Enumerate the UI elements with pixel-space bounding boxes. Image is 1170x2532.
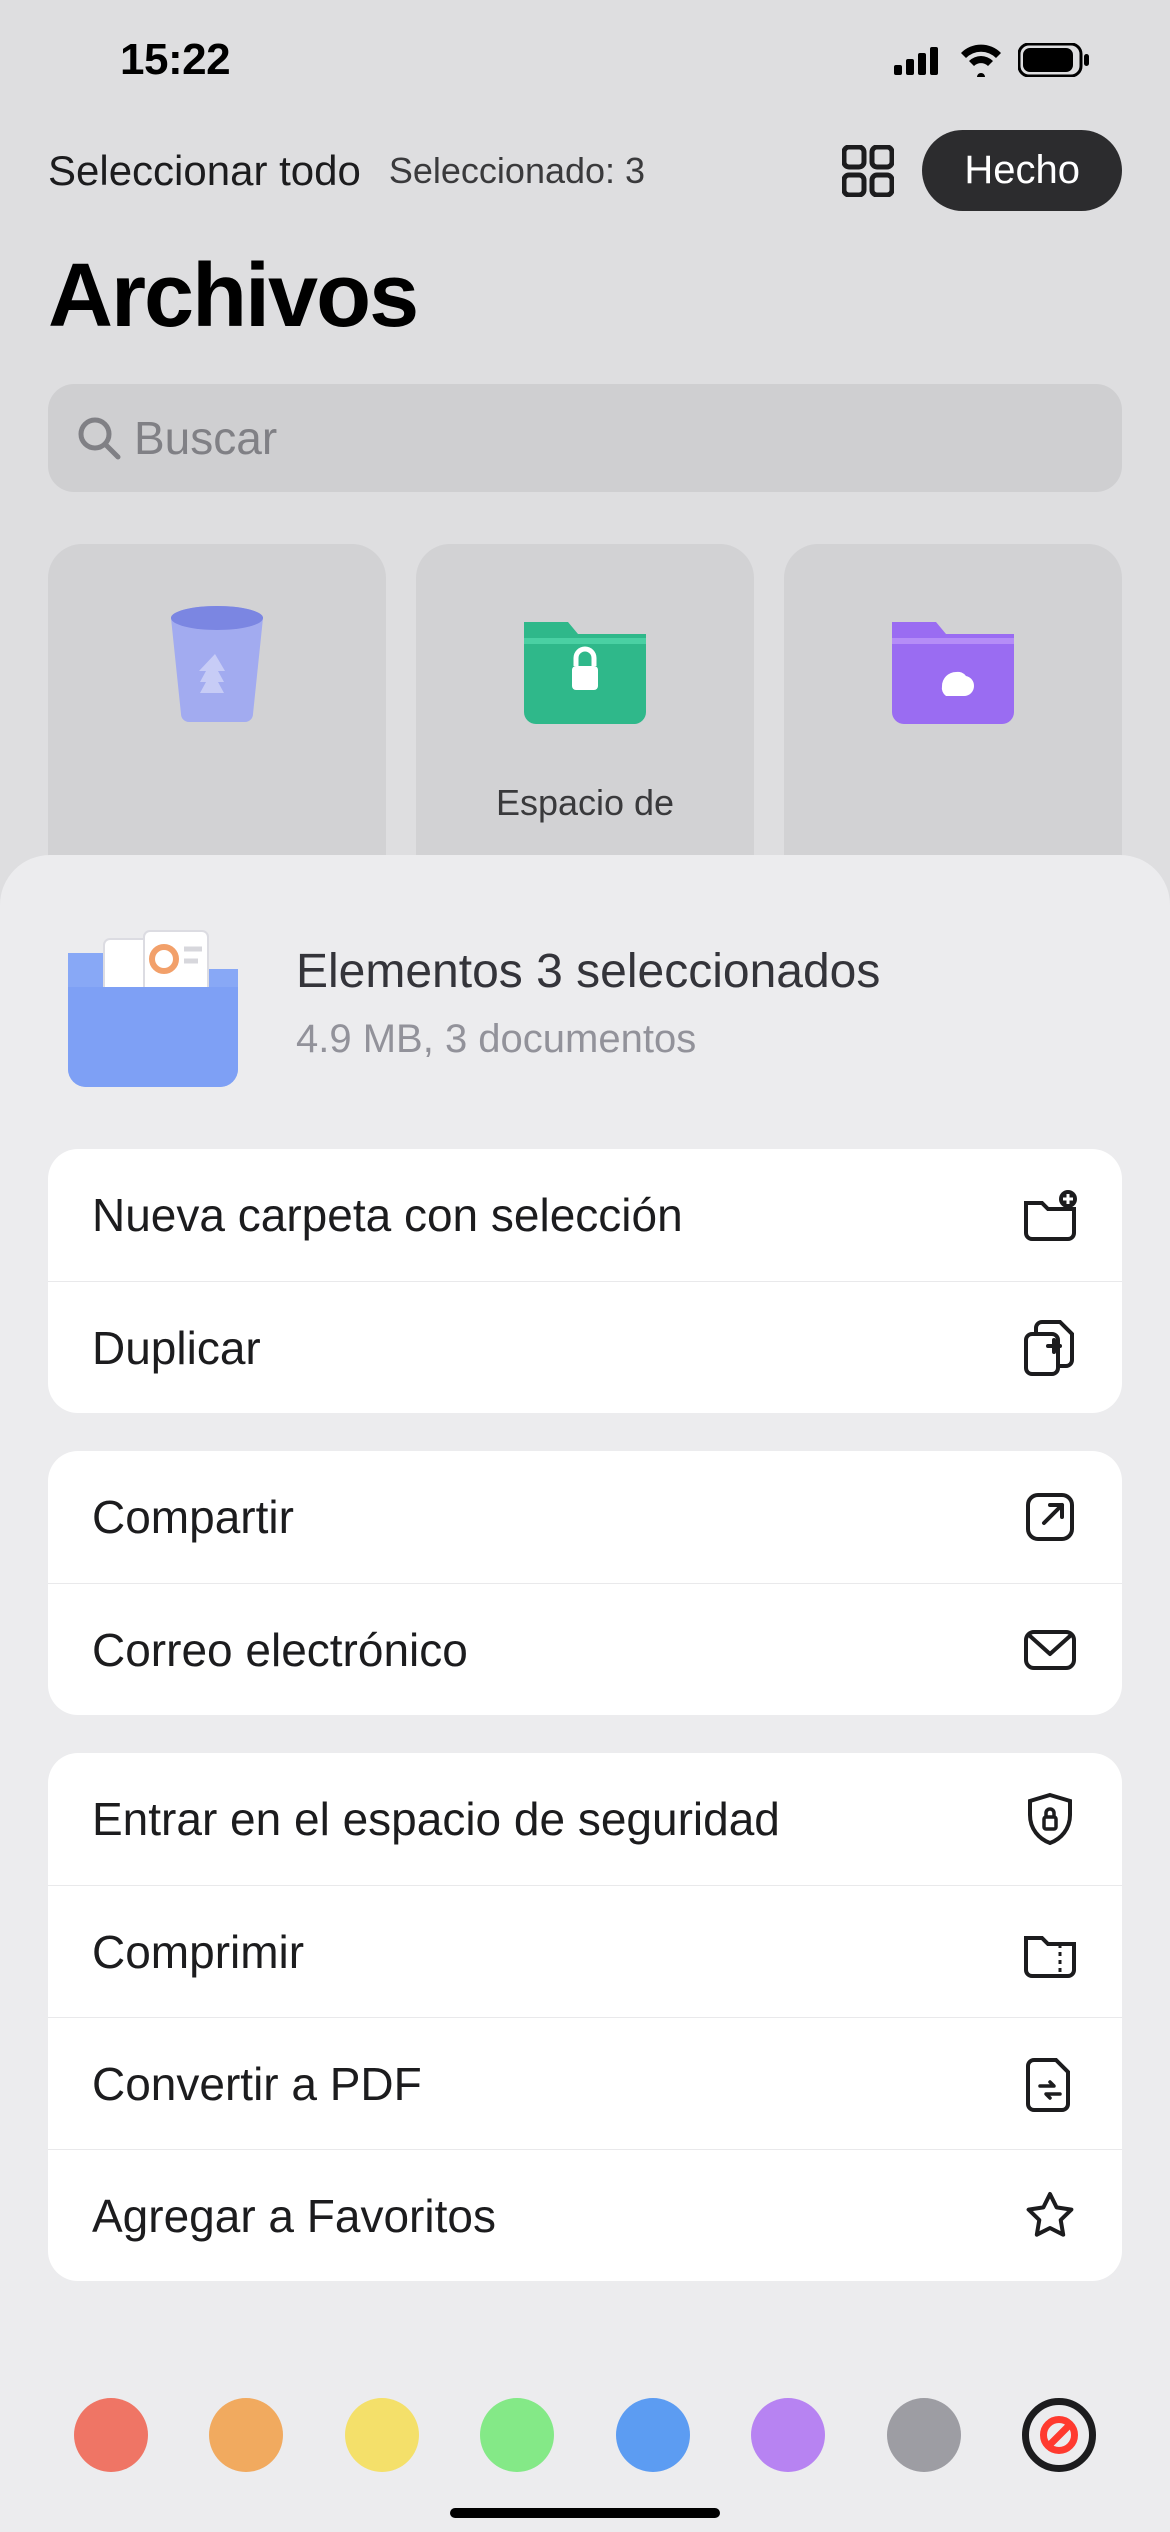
- color-tag-blue[interactable]: [616, 2398, 690, 2472]
- color-tag-gray[interactable]: [887, 2398, 961, 2472]
- folder-cloud[interactable]: [784, 544, 1122, 904]
- share-icon: [1022, 1489, 1078, 1545]
- color-tag-green[interactable]: [480, 2398, 554, 2472]
- shield-lock-icon: [1022, 1791, 1078, 1847]
- color-tag-none[interactable]: [1022, 2398, 1096, 2472]
- search-input[interactable]: Buscar: [48, 384, 1122, 492]
- action-email[interactable]: Correo electrónico: [48, 1583, 1122, 1715]
- action-label: Nueva carpeta con selección: [92, 1188, 683, 1242]
- action-label: Duplicar: [92, 1321, 261, 1375]
- mail-icon: [1022, 1622, 1078, 1678]
- action-convert-pdf[interactable]: Convertir a PDF: [48, 2017, 1122, 2149]
- battery-icon: [1018, 43, 1090, 77]
- folders-row: Espacio de: [0, 492, 1170, 904]
- home-indicator: [450, 2508, 720, 2518]
- doc-plus-icon: [1022, 1320, 1078, 1376]
- search-placeholder: Buscar: [134, 411, 277, 465]
- action-label: Comprimir: [92, 1925, 304, 1979]
- action-label: Convertir a PDF: [92, 2057, 422, 2111]
- action-compress[interactable]: Comprimir: [48, 1885, 1122, 2017]
- action-favorite[interactable]: Agregar a Favoritos: [48, 2149, 1122, 2281]
- action-group-3: Entrar en el espacio de seguridad Compri…: [48, 1753, 1122, 2281]
- done-button[interactable]: Hecho: [922, 130, 1122, 211]
- page-title: Archivos: [0, 221, 1170, 356]
- folder-secure[interactable]: Espacio de: [416, 544, 754, 904]
- color-tag-yellow[interactable]: [345, 2398, 419, 2472]
- wifi-icon: [958, 43, 1004, 77]
- color-tag-orange[interactable]: [209, 2398, 283, 2472]
- grid-view-icon[interactable]: [842, 145, 894, 197]
- sheet-subtitle: 4.9 MB, 3 documentos: [296, 1017, 880, 1062]
- lock-folder-icon: [516, 604, 654, 724]
- folder-label: Espacio de: [496, 782, 674, 824]
- sheet-header: Elementos 3 seleccionados 4.9 MB, 3 docu…: [0, 895, 1170, 1129]
- action-group-2: Compartir Correo electrónico: [48, 1451, 1122, 1715]
- star-icon: [1022, 2188, 1078, 2244]
- action-label: Agregar a Favoritos: [92, 2189, 496, 2243]
- selected-count-label: Seleccionado: 3: [389, 150, 645, 192]
- trash-icon: [148, 604, 286, 724]
- color-tag-row: [0, 2398, 1170, 2472]
- selection-toolbar: Seleccionar todo Seleccionado: 3 Hecho: [0, 120, 1170, 221]
- cellular-icon: [894, 45, 944, 75]
- action-new-folder[interactable]: Nueva carpeta con selección: [48, 1149, 1122, 1281]
- color-tag-purple[interactable]: [751, 2398, 825, 2472]
- status-icons: [894, 43, 1090, 77]
- action-group-1: Nueva carpeta con selección Duplicar: [48, 1149, 1122, 1413]
- folder-trash[interactable]: [48, 544, 386, 904]
- cloud-folder-icon: [884, 604, 1022, 724]
- action-share[interactable]: Compartir: [48, 1451, 1122, 1583]
- search-icon: [76, 415, 122, 461]
- status-bar: 15:22: [0, 0, 1170, 120]
- select-all-button[interactable]: Seleccionar todo: [48, 147, 361, 195]
- action-label: Entrar en el espacio de seguridad: [92, 1792, 780, 1846]
- folder-plus-icon: [1022, 1187, 1078, 1243]
- sheet-title: Elementos 3 seleccionados: [296, 944, 880, 999]
- action-duplicate[interactable]: Duplicar: [48, 1281, 1122, 1413]
- documents-folder-icon: [58, 917, 248, 1089]
- status-time: 15:22: [120, 35, 230, 85]
- action-secure-space[interactable]: Entrar en el espacio de seguridad: [48, 1753, 1122, 1885]
- color-tag-red[interactable]: [74, 2398, 148, 2472]
- action-label: Correo electrónico: [92, 1623, 468, 1677]
- action-sheet: Elementos 3 seleccionados 4.9 MB, 3 docu…: [0, 855, 1170, 2532]
- zip-icon: [1022, 1924, 1078, 1980]
- action-label: Compartir: [92, 1490, 294, 1544]
- convert-icon: [1022, 2056, 1078, 2112]
